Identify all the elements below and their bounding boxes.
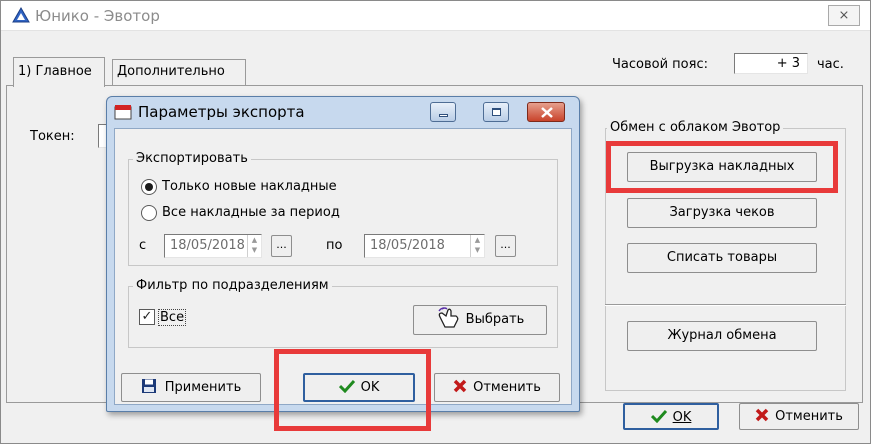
highlight-export-invoices [606, 141, 838, 193]
apply-button-label: Применить [164, 380, 242, 395]
main-ok-button[interactable]: OK [623, 403, 719, 430]
date-to-picker-button[interactable]: ... [495, 235, 516, 257]
window-close-button[interactable]: ⨯ [828, 5, 860, 26]
date-to-value: 18/05/2018 [370, 238, 445, 253]
token-label: Токен: [30, 129, 75, 144]
write-off-goods-label: Списать товары [666, 250, 778, 265]
date-to-label: по [326, 238, 343, 253]
highlight-dialog-ok [274, 349, 431, 431]
dialog-cancel-label: Отменить [473, 380, 541, 395]
load-receipts-label: Загрузка чеков [669, 205, 775, 220]
dialog-title: Параметры экспорта [138, 103, 305, 121]
dialog-minimize-button[interactable] [430, 102, 456, 122]
tab-main-label: 1) Главное [18, 64, 92, 79]
main-cancel-button[interactable]: Отменить [739, 403, 859, 430]
timezone-label: Часовой пояс: [612, 57, 708, 72]
app-logo-icon [12, 7, 30, 23]
close-icon [541, 107, 553, 118]
filter-group-legend: Фильтр по подразделениям [133, 278, 332, 293]
tab-additional-label: Дополнительно [117, 64, 225, 79]
close-icon: ⨯ [838, 8, 850, 23]
main-ok-label: OK [672, 410, 692, 425]
dialog-close-button[interactable] [527, 102, 565, 122]
radio-only-new-label: Только новые накладные [162, 179, 337, 194]
date-from-picker-button[interactable]: ... [271, 235, 292, 257]
load-receipts-button[interactable]: Загрузка чеков [627, 198, 817, 228]
radio-all-period[interactable] [141, 205, 157, 221]
tab-main[interactable]: 1) Главное [13, 57, 105, 87]
exchange-log-button[interactable]: Журнал обмена [627, 321, 817, 351]
export-group-legend: Экспортировать [133, 151, 251, 166]
dialog-app-icon [114, 105, 132, 120]
date-to-input[interactable]: 18/05/2018 ▲ ▼ [364, 234, 485, 258]
timezone-input[interactable]: + 3 [734, 53, 808, 74]
checkmark-icon [650, 409, 667, 424]
radio-only-new[interactable] [141, 179, 157, 195]
cloud-group-legend: Обмен с облаком Эвотор [607, 120, 784, 135]
pointing-hand-icon [438, 307, 459, 328]
cancel-x-icon [755, 408, 769, 422]
dialog-cancel-button[interactable]: Отменить [434, 373, 560, 402]
radio-selected-dot [145, 183, 153, 191]
ellipsis-label: ... [276, 238, 287, 251]
choose-button-label: Выбрать [465, 312, 525, 327]
choose-button[interactable]: Выбрать [413, 305, 547, 335]
timezone-value: + 3 [776, 56, 800, 71]
dialog-maximize-button[interactable] [483, 102, 509, 122]
minimize-icon [439, 114, 448, 117]
write-off-goods-button[interactable]: Списать товары [627, 243, 817, 273]
date-from-spinner[interactable]: ▲ ▼ [247, 235, 261, 257]
all-subdivisions-label: Все [158, 309, 187, 326]
timezone-unit: час. [817, 57, 844, 72]
date-to-spinner[interactable]: ▲ ▼ [470, 235, 484, 257]
checkbox-check-icon: ✓ [141, 309, 153, 324]
date-from-input[interactable]: 18/05/2018 ▲ ▼ [164, 234, 262, 258]
maximize-icon [492, 108, 501, 116]
floppy-disk-icon [141, 379, 156, 393]
cancel-x-icon [453, 379, 467, 393]
tab-additional[interactable]: Дополнительно [112, 59, 246, 85]
apply-button[interactable]: Применить [121, 373, 261, 402]
main-titlebar: Юнико - Эвотор ⨯ [1, 1, 870, 31]
date-from-value: 18/05/2018 [170, 238, 245, 253]
group-divider [605, 304, 846, 306]
all-subdivisions-checkbox[interactable]: ✓ [139, 309, 155, 325]
window-title: Юнико - Эвотор [35, 7, 160, 25]
exchange-log-label: Журнал обмена [667, 328, 777, 343]
ellipsis-label: ... [500, 238, 511, 251]
date-from-label: с [139, 238, 147, 253]
radio-all-period-label: Все накладные за период [162, 205, 340, 220]
main-cancel-label: Отменить [775, 409, 843, 424]
